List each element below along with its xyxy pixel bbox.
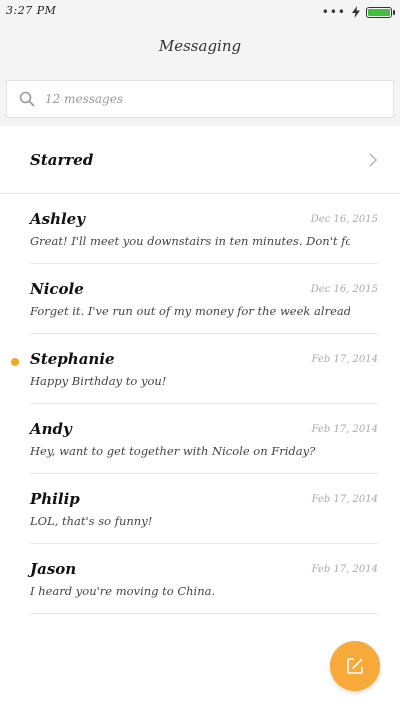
unread-indicator-dot	[11, 358, 19, 366]
conversation-row-andy[interactable]: Andy Feb 17, 2014 Hey, want to get toget…	[0, 404, 400, 474]
row-divider	[30, 613, 378, 614]
message-preview: I heard you're moving to China.	[30, 584, 216, 598]
message-date: Feb 17, 2014	[311, 354, 378, 365]
starred-label: Starred	[30, 151, 94, 169]
message-date: Dec 16, 2015	[310, 284, 378, 295]
search-area: 12 messages	[0, 74, 400, 126]
conversation-row-jason[interactable]: Jason Feb 17, 2014 I heard you're moving…	[0, 544, 400, 614]
compose-button[interactable]	[330, 641, 380, 691]
contact-name: Stephanie	[30, 350, 115, 368]
message-preview: Hey, want to get together with Nicole on…	[30, 444, 316, 458]
contact-name: Philip	[30, 490, 80, 508]
message-preview: Forget it. I've run out of my money for …	[30, 304, 350, 318]
message-date: Dec 16, 2015	[310, 214, 378, 225]
contact-name: Ashley	[30, 210, 85, 228]
contact-name: Jason	[30, 560, 77, 578]
search-icon	[19, 91, 35, 107]
app-header: Messaging	[0, 24, 400, 74]
message-preview: LOL, that's so funny!	[30, 514, 153, 528]
status-indicators: •••	[321, 5, 395, 19]
status-time: 3:27 PM	[6, 4, 57, 17]
contact-name: Nicole	[30, 280, 84, 298]
compose-icon	[347, 658, 363, 674]
contact-name: Andy	[30, 420, 72, 438]
page-title: Messaging	[158, 37, 242, 55]
signal-dots-icon: •••	[321, 5, 346, 19]
message-date: Feb 17, 2014	[311, 424, 378, 435]
battery-level-fill	[368, 8, 390, 16]
search-input[interactable]: 12 messages	[6, 80, 394, 118]
charging-bolt-icon	[352, 6, 360, 18]
message-date: Feb 17, 2014	[311, 494, 378, 505]
status-bar: 3:27 PM •••	[0, 0, 400, 24]
battery-icon	[366, 6, 395, 18]
conversation-row-stephanie[interactable]: Stephanie Feb 17, 2014 Happy Birthday to…	[0, 334, 400, 404]
conversation-row-ashley[interactable]: Ashley Dec 16, 2015 Great! I'll meet you…	[0, 194, 400, 264]
message-date: Feb 17, 2014	[311, 564, 378, 575]
search-placeholder: 12 messages	[45, 92, 123, 106]
message-preview: Great! I'll meet you downstairs in ten m…	[30, 234, 350, 248]
starred-row[interactable]: Starred	[0, 126, 400, 194]
conversation-row-nicole[interactable]: Nicole Dec 16, 2015 Forget it. I've run …	[0, 264, 400, 334]
conversation-row-philip[interactable]: Philip Feb 17, 2014 LOL, that's so funny…	[0, 474, 400, 544]
chevron-right-icon	[369, 153, 378, 167]
message-preview: Happy Birthday to you!	[30, 374, 167, 388]
